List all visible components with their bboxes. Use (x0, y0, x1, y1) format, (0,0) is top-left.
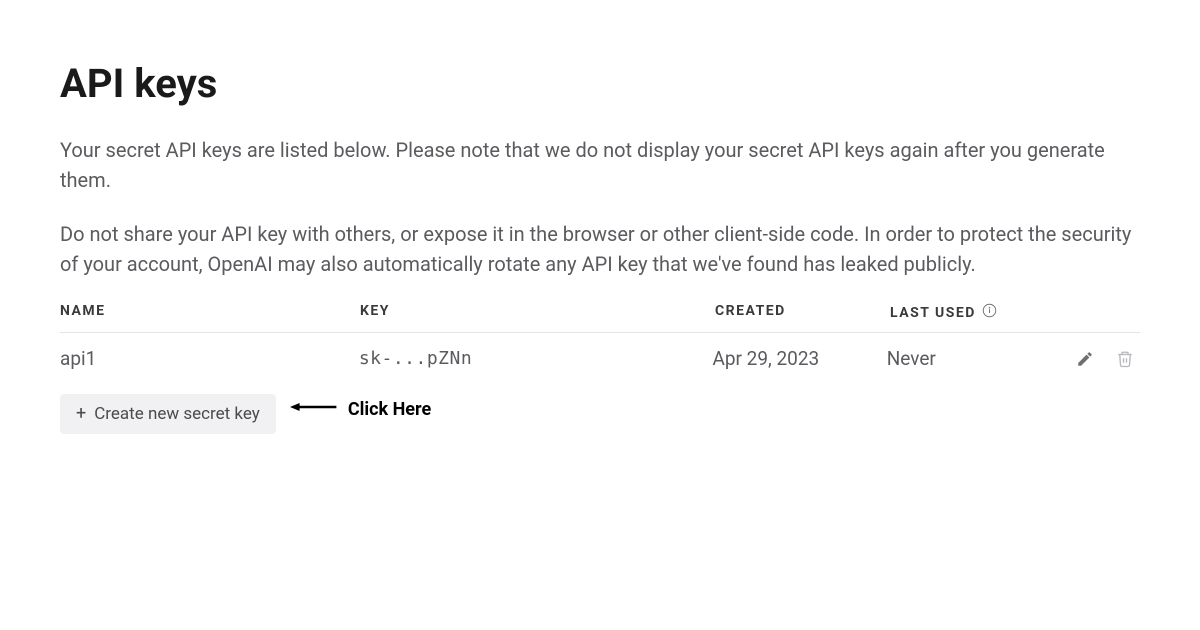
description-paragraph-1: Your secret API keys are listed below. P… (60, 135, 1140, 195)
column-header-last-used-label: LAST USED (890, 305, 976, 321)
column-header-created: CREATED (715, 303, 890, 322)
table-header-row: NAME KEY CREATED LAST USED (60, 303, 1140, 333)
description-paragraph-2: Do not share your API key with others, o… (60, 219, 1140, 279)
annotation-text: Click Here (348, 399, 431, 420)
create-button-label: Create new secret key (94, 404, 260, 424)
trash-icon[interactable] (1116, 350, 1134, 368)
page-title: API keys (60, 60, 1140, 107)
api-keys-table: NAME KEY CREATED LAST USED api1 sk-...pZ… (60, 303, 1140, 384)
column-header-last-used: LAST USED (890, 303, 1080, 322)
column-header-name: NAME (60, 303, 360, 322)
annotation: Click Here (290, 399, 431, 420)
cell-name: api1 (60, 347, 359, 370)
arrow-icon (290, 399, 338, 419)
plus-icon: + (76, 405, 86, 423)
column-header-key: KEY (360, 303, 715, 322)
cell-last-used: Never (887, 347, 1076, 370)
table-row: api1 sk-...pZNn Apr 29, 2023 Never (60, 333, 1140, 384)
edit-icon[interactable] (1076, 350, 1094, 368)
info-icon[interactable] (982, 303, 997, 322)
cell-created: Apr 29, 2023 (712, 347, 886, 370)
cell-key: sk-...pZNn (359, 348, 713, 369)
create-secret-key-button[interactable]: + Create new secret key (60, 394, 276, 434)
